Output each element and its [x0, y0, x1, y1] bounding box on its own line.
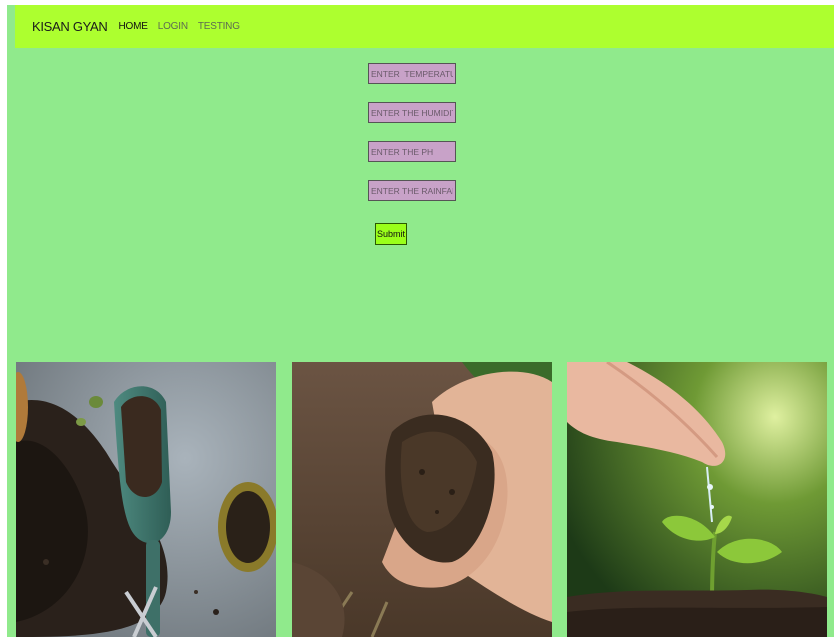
soil-scoop-photo — [16, 362, 276, 637]
rainfall-input[interactable] — [368, 180, 456, 201]
nav-link-testing[interactable]: TESTING — [198, 21, 240, 32]
page-container: KISAN GYAN HOME LOGIN TESTING Submit — [7, 5, 834, 637]
submit-button[interactable]: Submit — [375, 223, 407, 245]
nav-link-home[interactable]: HOME — [119, 21, 148, 32]
temperature-input[interactable] — [368, 63, 456, 84]
ph-input[interactable] — [368, 141, 456, 162]
navbar: KISAN GYAN HOME LOGIN TESTING — [15, 5, 834, 48]
watering-seedling-photo — [567, 362, 827, 637]
brand-logo[interactable]: KISAN GYAN — [32, 19, 108, 34]
nav-link-login[interactable]: LOGIN — [158, 21, 188, 32]
hands-holding-soil-photo — [292, 362, 552, 637]
humidity-input[interactable] — [368, 102, 456, 123]
